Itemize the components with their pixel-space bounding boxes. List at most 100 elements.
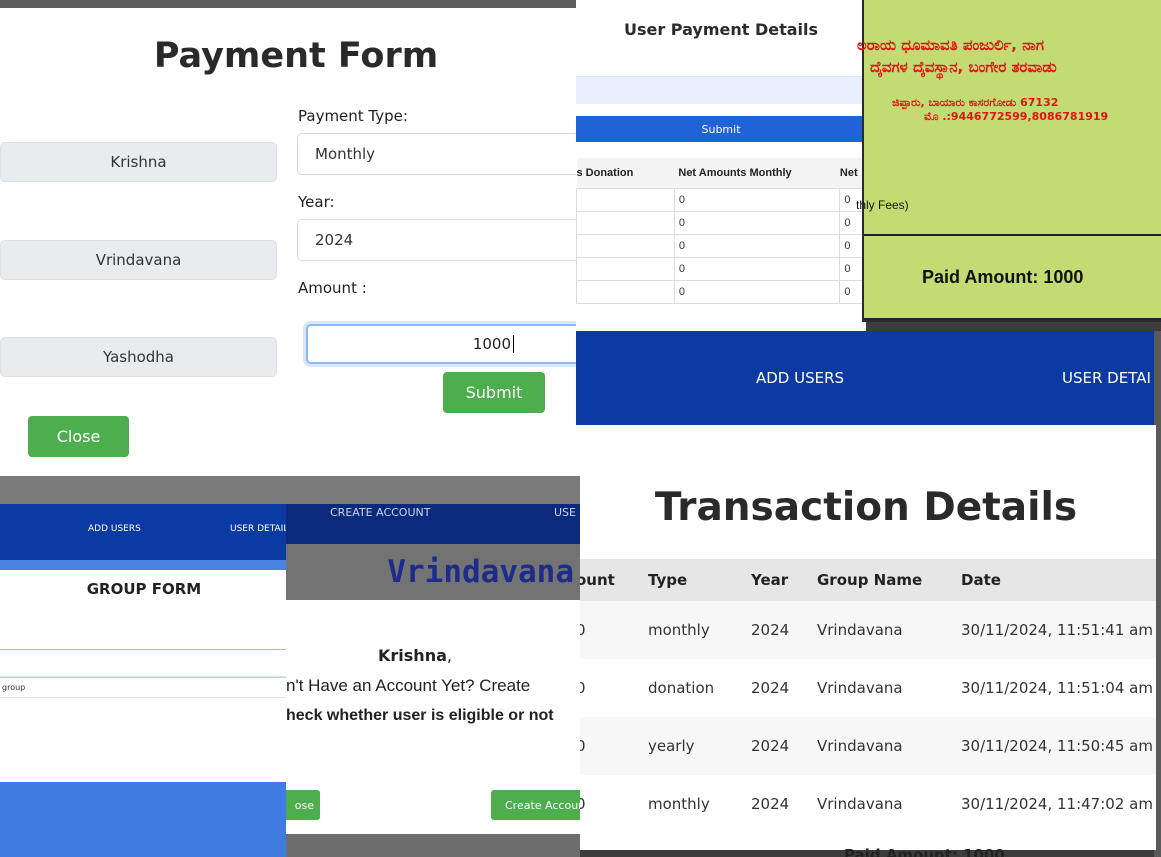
- table-cell: Vrindavana: [817, 795, 903, 813]
- group-name-input[interactable]: [0, 628, 288, 650]
- column-header: ount: [576, 559, 648, 601]
- nav-add-users-link[interactable]: ADD USERS: [756, 369, 844, 387]
- name-field-vrindavana: Vrindavana: [0, 240, 277, 280]
- table-row: 00: [576, 188, 866, 212]
- user-payment-details-panel: User Payment Details Submit s Donation N…: [576, 0, 866, 345]
- year-input[interactable]: 2024: [297, 219, 592, 261]
- table-cell: 0: [673, 234, 841, 258]
- details-submit-button[interactable]: Submit: [576, 116, 866, 142]
- transactions-table: ount Type Year Group Name Date 0 monthly 2…: [576, 559, 1156, 833]
- column-header: Year: [751, 559, 817, 601]
- payment-summary-table: s Donation Net Amounts Monthly Net 00 00…: [576, 158, 866, 304]
- receipt-divider: [864, 318, 1161, 320]
- year-label: Year:: [298, 193, 335, 211]
- table-row: 00: [576, 211, 866, 235]
- amount-label: Amount :: [298, 279, 367, 297]
- column-header: s Donation: [576, 158, 675, 189]
- table-cell: donation: [648, 679, 715, 697]
- user-name-suffix: ,: [446, 646, 452, 665]
- payment-type-label: Payment Type:: [298, 107, 408, 125]
- dialog-footer-band: [286, 834, 580, 857]
- table-cell: 30/11/2024, 11:50:45 am: [961, 717, 1156, 775]
- receipt-temple-line1: ಲರಾಯ ಧೂಮಾವತಿ ಪಂಜುರ್ಲಿ, ನಾಗ: [857, 36, 1044, 54]
- no-account-question: n't Have an Account Yet? Create: [286, 676, 531, 695]
- group-description-input[interactable]: [0, 652, 288, 678]
- user-name-text: Krishna,: [378, 646, 452, 665]
- table-cell: 0: [673, 280, 841, 304]
- column-header: Type: [648, 559, 751, 601]
- create-account-button[interactable]: Create Accoun: [491, 790, 580, 820]
- receipt-fees-text: thly Fees): [856, 198, 909, 212]
- create-account-navbar: CREATE ACCOUNT USE: [286, 504, 580, 544]
- group-form-footer: [0, 782, 288, 857]
- table-cell: 0: [576, 717, 648, 775]
- table-cell: 30/11/2024, 11:51:41 am: [961, 601, 1156, 659]
- table-row: 00: [576, 280, 866, 304]
- nav-user-link[interactable]: USE: [554, 506, 576, 519]
- group-form-panel: ADD USERS USER DETAILS GROUP FORM group: [0, 476, 294, 857]
- transaction-details-panel: Transaction Details ount Type Year Group…: [576, 425, 1156, 850]
- table-cell: Vrindavana: [817, 601, 961, 659]
- table-row: 0 yearly 2024 Vrindavana 30/11/2024, 11:50:4…: [576, 717, 1156, 775]
- table-cell: monthly: [648, 601, 751, 659]
- receipt-temple-line2: ದೈವಗಳ ದೈವಸ್ಥಾನ, ಬಂಗೇರ ತರವಾಡು: [870, 58, 1057, 76]
- table-cell: [576, 257, 675, 281]
- table-cell: 2024: [751, 795, 790, 813]
- receipt-address: ಜಿಪ್ಪಾರು, ಬಾಯಾರು ಕಾಸರಗೋಡು 67132: [892, 96, 1059, 109]
- table-cell: [576, 211, 675, 235]
- name-field-yashodha: Yashodha: [0, 337, 277, 377]
- nav-create-account-link[interactable]: CREATE ACCOUNT: [330, 506, 430, 519]
- amount-input[interactable]: 1000: [306, 324, 592, 364]
- table-cell: 0: [673, 188, 841, 212]
- group-nav-add-users[interactable]: ADD USERS: [88, 524, 141, 534]
- dialog-close-button[interactable]: ose: [286, 790, 320, 820]
- main-navbar: ADD USERS USER DETAI: [576, 331, 1161, 425]
- group-nav-user-details[interactable]: USER DETAILS: [230, 524, 294, 534]
- table-cell: 0: [673, 257, 841, 281]
- group-form-subbar: [0, 560, 288, 570]
- group-form-title: GROUP FORM: [86, 580, 202, 598]
- group-select-label: group: [2, 683, 26, 692]
- table-cell: [576, 280, 675, 304]
- nav-user-details-link[interactable]: USER DETAI: [1062, 369, 1151, 387]
- table-header-row: s Donation Net Amounts Monthly Net: [576, 158, 866, 189]
- text-cursor: [513, 335, 514, 353]
- overlapping-paid-amount-text: Paid Amount: 1000: [844, 848, 1005, 857]
- receipt-divider: [864, 234, 1161, 236]
- payment-type-select[interactable]: Monthly: [297, 133, 592, 175]
- table-cell: 0: [576, 601, 648, 659]
- transaction-details-title: Transaction Details: [654, 485, 1078, 530]
- table-row: 00: [576, 257, 866, 281]
- table-row: 00: [576, 234, 866, 258]
- payment-form-panel: Payment Form Krishna Vrindavana Yashodha…: [0, 0, 592, 476]
- name-field-krishna: Krishna: [0, 142, 277, 182]
- table-cell: [576, 234, 675, 258]
- submit-button[interactable]: Submit: [443, 372, 545, 413]
- table-cell: [576, 188, 675, 212]
- group-select[interactable]: group: [0, 676, 288, 698]
- table-cell: 2024: [751, 717, 817, 775]
- table-cell: Vrindavana: [817, 717, 961, 775]
- table-cell: 0: [576, 679, 586, 697]
- table-cell: 30/11/2024, 11:51:04 am: [961, 679, 1153, 697]
- table-cell: 2024: [751, 679, 790, 697]
- table-cell: yearly: [648, 717, 751, 775]
- paid-amount-text: Paid Amount: 1000: [922, 267, 1084, 287]
- table-cell: 0: [576, 795, 586, 813]
- eligibility-check-text: heck whether user is eligible or not: [286, 707, 554, 724]
- table-row: 0 monthly 2024 Vrindavana 30/11/2024, 11:51:…: [576, 601, 1156, 659]
- column-header: Net Amounts Monthly: [674, 158, 840, 189]
- close-button[interactable]: Close: [28, 416, 129, 457]
- column-header: Date: [961, 559, 1156, 601]
- user-name-value: Krishna: [378, 646, 447, 665]
- group-form-navbar: ADD USERS USER DETAILS: [0, 504, 294, 560]
- table-cell: 30/11/2024, 11:47:02 am: [961, 795, 1153, 813]
- filter-input[interactable]: [576, 76, 866, 104]
- table-row: 0 monthly 2024 Vrindavana 30/11/2024, 11:47:…: [576, 775, 1156, 833]
- payment-form-title: Payment Form: [153, 36, 439, 76]
- create-account-panel: CREATE ACCOUNT USE Vrindavana Krishna, n…: [286, 476, 580, 857]
- user-payment-details-title: User Payment Details: [623, 20, 819, 39]
- group-name-heading: Vrindavana: [387, 554, 574, 590]
- receipt-phone: ಮೊ .:9446772599,8086781919: [924, 110, 1109, 123]
- table-header-row: ount Type Year Group Name Date: [576, 559, 1156, 601]
